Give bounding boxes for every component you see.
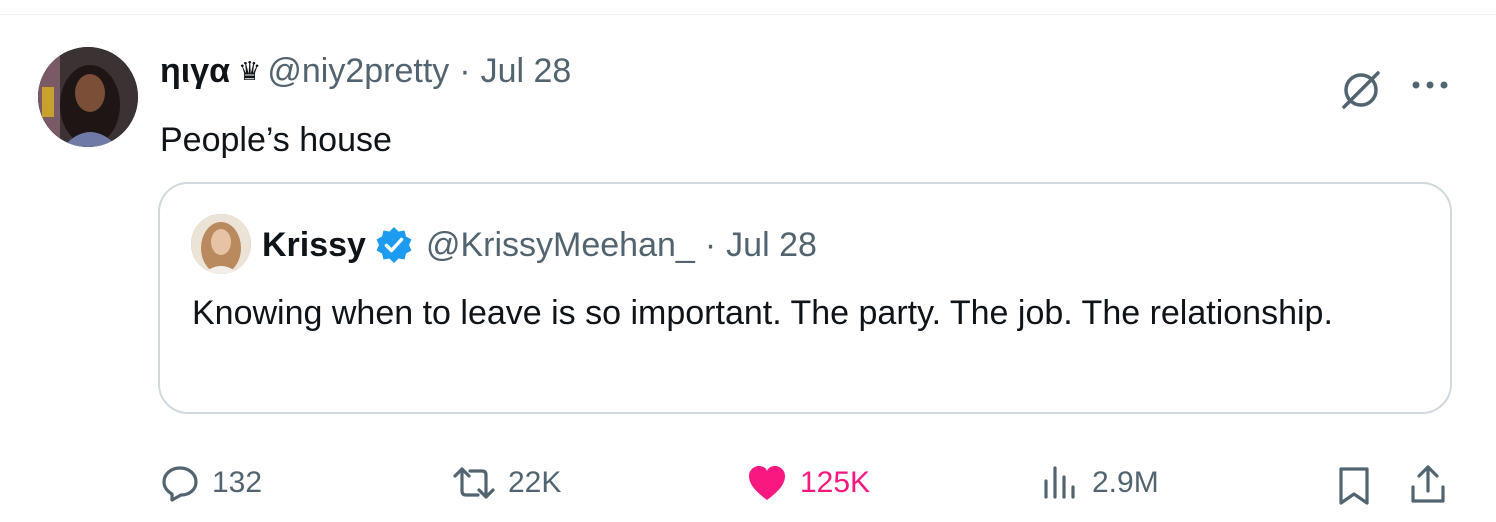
crown-icon: ♛ (238, 55, 262, 86)
quoted-tweet-date[interactable]: Jul 28 (726, 226, 817, 265)
action-bar: 132 22K 125K 2.9M (0, 455, 1496, 515)
tweet-text: People’s house (160, 121, 392, 159)
quoted-tweet[interactable]: Krissy @KrissyMeehan_ · Jul 28 Knowing w… (158, 182, 1452, 414)
repost-icon (453, 467, 495, 499)
separator: · (704, 225, 717, 264)
reply-count: 132 (212, 466, 263, 499)
quoted-author-name[interactable]: Krissy (262, 226, 366, 265)
author-name[interactable]: ηιγα (160, 52, 230, 91)
tweet-header: ηιγα ♛ @niy2pretty · Jul 28 (160, 51, 571, 91)
like-button[interactable]: 125K (746, 463, 870, 503)
separator: · (459, 51, 471, 90)
quoted-tweet-header: Krissy @KrissyMeehan_ · Jul 28 (262, 222, 817, 268)
verified-badge-icon (376, 227, 412, 263)
views-button[interactable]: 2.9M (1040, 463, 1159, 503)
reply-button[interactable]: 132 (160, 463, 262, 503)
author-avatar[interactable] (38, 47, 138, 147)
reply-icon (162, 466, 198, 502)
bookmark-icon[interactable] (1336, 465, 1372, 507)
tweet[interactable]: ηιγα ♛ @niy2pretty · Jul 28 People’s hou… (0, 14, 1496, 522)
repost-count: 22K (508, 466, 562, 499)
quoted-author-avatar[interactable] (191, 214, 251, 274)
like-count: 125K (800, 466, 871, 499)
author-handle[interactable]: @niy2pretty (267, 52, 449, 91)
heart-icon (749, 466, 785, 500)
repost-button[interactable]: 22K (452, 463, 561, 503)
grok-icon[interactable] (1338, 67, 1384, 113)
quoted-author-handle[interactable]: @KrissyMeehan_ (426, 226, 695, 265)
tweet-date[interactable]: Jul 28 (481, 52, 572, 91)
more-options-icon[interactable] (1410, 77, 1450, 93)
quoted-tweet-text: Knowing when to leave is so important. T… (192, 294, 1333, 332)
views-count: 2.9M (1092, 466, 1159, 499)
share-icon[interactable] (1408, 463, 1448, 505)
views-icon (1044, 466, 1075, 499)
